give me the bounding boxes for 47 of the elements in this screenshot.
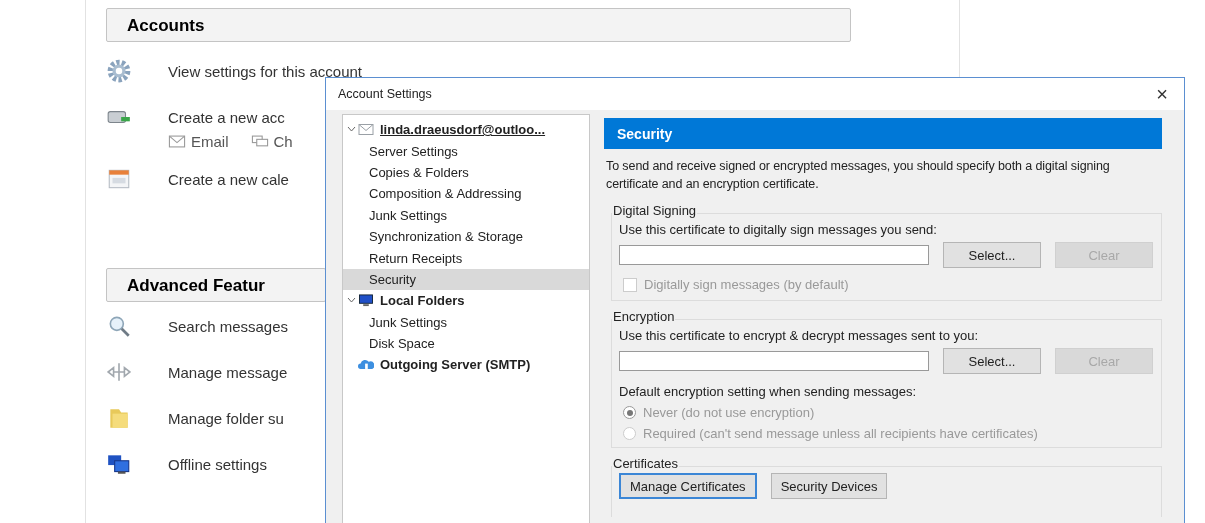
tree-item[interactable]: Synchronization & Storage [343, 225, 589, 248]
tree-item[interactable]: Outgoing Server (SMTP) [343, 354, 589, 376]
action-link[interactable]: Create a new cale [168, 170, 289, 188]
cloud-icon [358, 358, 374, 372]
certificate-field[interactable] [619, 351, 929, 371]
tree-item[interactable]: Junk Settings [343, 311, 589, 333]
tree-item[interactable]: Return Receipts [343, 247, 589, 269]
chevron-down-icon[interactable] [347, 297, 356, 305]
link[interactable]: Ch [273, 132, 293, 150]
link[interactable]: Email [191, 132, 229, 150]
certificate-field[interactable] [619, 245, 929, 265]
tree-item[interactable]: Junk Settings [343, 204, 589, 226]
gear-icon [106, 58, 132, 84]
section-header: Advanced Featur [106, 268, 326, 302]
tree-item[interactable]: Copies & Folders [343, 161, 589, 184]
envelope-icon [168, 134, 186, 148]
tree-item[interactable]: linda.draeusdorf@outloo... [343, 119, 589, 141]
chevron-down-icon[interactable] [347, 126, 356, 134]
action-button[interactable]: Select... [943, 242, 1041, 268]
action-link[interactable]: Manage message [168, 363, 288, 381]
field-label: Use this certificate to digitally sign messages you send: [619, 222, 938, 237]
action-link[interactable]: Offline settings [168, 455, 267, 473]
tree-item[interactable]: Security [343, 268, 589, 291]
action-link[interactable]: Create a new acc [168, 108, 285, 126]
chat-icon [250, 134, 269, 148]
envelope-icon [358, 123, 374, 137]
panel-title: Security [604, 118, 1162, 149]
tree-item[interactable]: Composition & Addressing [343, 183, 589, 205]
group-label: Encryption [612, 309, 676, 324]
tree-item[interactable]: Disk Space [343, 332, 589, 355]
action-button[interactable]: Security Devices [770, 473, 888, 499]
window-title: Account Settings [338, 87, 432, 101]
monitor-icon [358, 294, 374, 308]
group-label: Digital Signing [612, 203, 698, 218]
action-link[interactable]: View settings for this account [168, 62, 362, 80]
tree-item[interactable]: Local Folders [343, 290, 589, 312]
group-label: Certificates [612, 456, 680, 471]
description-text: To send and receive signed or encrypted messages, you should specify both a digital signing certificate and an encryption certificate. [606, 158, 1111, 193]
section-header: Accounts [106, 8, 851, 42]
close-button[interactable]: × [1152, 82, 1172, 106]
tree-item[interactable]: Server Settings [343, 140, 589, 162]
field-label: Use this certificate to encrypt & decrypt messages sent to you: [619, 328, 980, 343]
action-link[interactable]: Search messages [168, 317, 289, 335]
action-button[interactable]: Select... [943, 348, 1041, 374]
field-label: Default encryption setting when sending messages: [619, 384, 917, 399]
action-button[interactable]: Manage Certificates [619, 473, 757, 499]
action-link[interactable]: Manage folder su [168, 409, 284, 427]
